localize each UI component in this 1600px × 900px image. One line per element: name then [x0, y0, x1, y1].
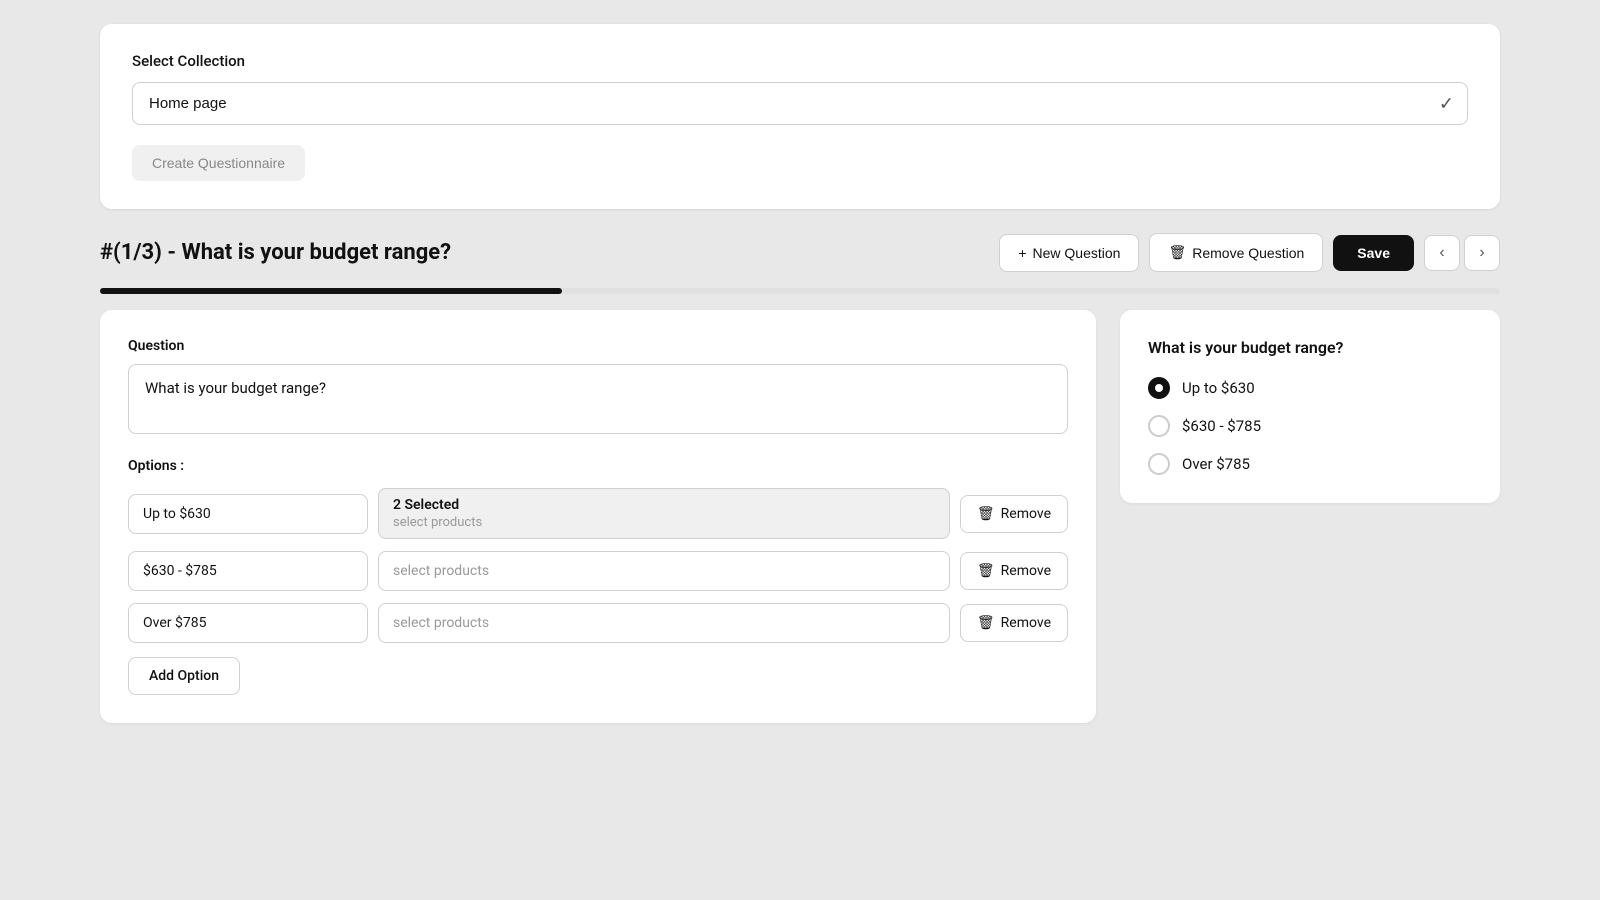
progress-bar-fill	[100, 288, 562, 294]
question-form-label: Question	[128, 338, 1068, 354]
main-container: Select Collection Home page ✓ Create Que…	[100, 24, 1500, 723]
preview-options: Up to $630 $630 - $785 Over $785	[1148, 377, 1472, 475]
preview-option-label-1: Up to $630	[1182, 379, 1255, 397]
collection-label: Select Collection	[132, 52, 1468, 70]
select-products-button-1[interactable]: 2 Selected select products	[378, 488, 950, 539]
preview-option-1: Up to $630	[1148, 377, 1472, 399]
collection-card: Select Collection Home page ✓ Create Que…	[100, 24, 1500, 209]
remove-option-button-2[interactable]: 🗑 Remove	[960, 552, 1068, 590]
question-form-card: Question Options : 2 Selected select pro…	[100, 310, 1096, 723]
preview-option-label-3: Over $785	[1182, 455, 1250, 473]
trash-icon-1: 🗑	[977, 506, 995, 522]
question-actions: + New Question 🗑 Remove Question Save ‹ …	[999, 233, 1500, 272]
select-products-button-3[interactable]: select products	[378, 603, 950, 643]
add-option-button[interactable]: Add Option	[128, 657, 240, 695]
select-products-button-2[interactable]: select products	[378, 551, 950, 591]
next-question-button[interactable]: ›	[1464, 235, 1500, 271]
selected-count-1: 2 Selected	[393, 497, 935, 513]
select-placeholder-1: select products	[393, 515, 935, 530]
preview-option-2: $630 - $785	[1148, 415, 1472, 437]
option-row: 2 Selected select products 🗑 Remove	[128, 488, 1068, 539]
nav-arrows: ‹ ›	[1424, 235, 1500, 271]
trash-icon-2: 🗑	[977, 563, 995, 579]
options-label: Options :	[128, 458, 1068, 474]
question-title: #(1/3) - What is your budget range?	[100, 240, 451, 265]
option-text-input-2[interactable]	[128, 551, 368, 591]
preview-card: What is your budget range? Up to $630 $6…	[1120, 310, 1500, 503]
remove-question-button[interactable]: 🗑 Remove Question	[1149, 233, 1323, 272]
question-section: #(1/3) - What is your budget range? + Ne…	[100, 233, 1500, 723]
trash-icon: 🗑	[1168, 244, 1186, 261]
option-text-input-1[interactable]	[128, 494, 368, 534]
option-row-3: select products 🗑 Remove	[128, 603, 1068, 643]
preview-option-3: Over $785	[1148, 453, 1472, 475]
option-text-input-3[interactable]	[128, 603, 368, 643]
radio-unselected-icon-3	[1148, 453, 1170, 475]
radio-selected-icon	[1148, 377, 1170, 399]
radio-unselected-icon-2	[1148, 415, 1170, 437]
progress-bar	[100, 288, 1500, 294]
collection-select-wrapper: Home page ✓	[132, 82, 1468, 125]
options-list: 2 Selected select products 🗑 Remove sele…	[128, 488, 1068, 643]
save-button[interactable]: Save	[1333, 235, 1414, 271]
create-questionnaire-button[interactable]: Create Questionnaire	[132, 145, 305, 181]
content-area: Question Options : 2 Selected select pro…	[100, 310, 1500, 723]
option-row-2: select products 🗑 Remove	[128, 551, 1068, 591]
remove-option-button-3[interactable]: 🗑 Remove	[960, 604, 1068, 642]
preview-option-label-2: $630 - $785	[1182, 417, 1261, 435]
collection-select[interactable]: Home page	[132, 82, 1468, 125]
trash-icon-3: 🗑	[977, 615, 995, 631]
plus-icon: +	[1018, 245, 1026, 261]
prev-question-button[interactable]: ‹	[1424, 235, 1460, 271]
new-question-button[interactable]: + New Question	[999, 234, 1139, 272]
remove-option-button-1[interactable]: 🗑 Remove	[960, 495, 1068, 533]
question-header: #(1/3) - What is your budget range? + Ne…	[100, 233, 1500, 272]
preview-question: What is your budget range?	[1148, 338, 1472, 357]
question-input[interactable]	[128, 364, 1068, 434]
